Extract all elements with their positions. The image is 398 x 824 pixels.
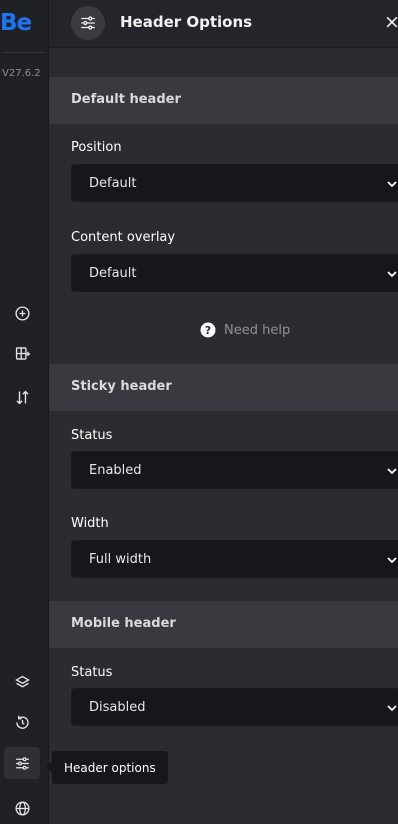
mobile-status-label: Status [71,665,113,680]
sticky-width-label: Width [71,516,109,531]
panel-icon-badge [71,6,105,40]
globe-button[interactable] [4,792,40,824]
chevron-down-icon [387,705,397,712]
mobile-status-select[interactable]: Disabled [71,688,398,726]
globe-icon [14,800,30,816]
left-rail: Be V27.6.2 [0,0,49,824]
sticky-width-select[interactable]: Full width [71,540,398,578]
content-overlay-select[interactable]: Default [71,254,398,292]
version-label: V27.6.2 [2,68,41,79]
add-circle-icon [14,305,30,321]
logo-divider [4,52,44,53]
history-button[interactable] [4,706,40,738]
add-section-icon [15,346,30,360]
chevron-down-icon [387,181,397,188]
select-value: Enabled [89,463,142,478]
section-mobile-header: Mobile header [49,601,398,648]
help-icon: ? [200,322,216,338]
sort-icon [15,390,29,404]
section-title: Mobile header [71,616,176,631]
close-button[interactable]: × [384,12,398,32]
panel-title: Header Options [120,13,253,31]
svg-text:?: ? [205,324,211,337]
section-title: Default header [71,92,181,107]
select-value: Disabled [89,700,146,715]
history-icon [15,715,29,729]
layers-icon [14,675,30,688]
content-overlay-label: Content overlay [71,230,176,245]
position-label: Position [71,140,122,155]
chevron-down-icon [387,271,397,278]
sliders-icon [15,756,29,770]
need-help-text: Need help [224,322,291,338]
section-sticky-header: Sticky header [49,364,398,411]
chevron-down-icon [387,557,397,564]
sort-button[interactable] [4,381,40,413]
select-value: Default [89,176,137,191]
add-element-button[interactable] [4,297,40,329]
header-options-button[interactable] [4,747,40,779]
chevron-down-icon [387,468,397,475]
position-select[interactable]: Default [71,164,398,202]
panel-content: Default header Position Default Content … [49,48,398,824]
section-default-header: Default header [49,77,398,124]
sticky-status-label: Status [71,428,113,443]
app-logo[interactable]: Be [0,10,49,36]
select-value: Full width [89,552,152,567]
add-section-button[interactable] [4,337,40,369]
sticky-status-select[interactable]: Enabled [71,451,398,489]
layers-button[interactable] [4,666,40,698]
section-title: Sticky header [71,379,172,394]
select-value: Default [89,266,137,281]
need-help-link[interactable]: ? Need help [200,322,290,338]
sliders-icon [81,16,95,30]
header-options-tooltip: Header options [46,751,168,784]
panel-header: Header Options × [49,0,398,48]
